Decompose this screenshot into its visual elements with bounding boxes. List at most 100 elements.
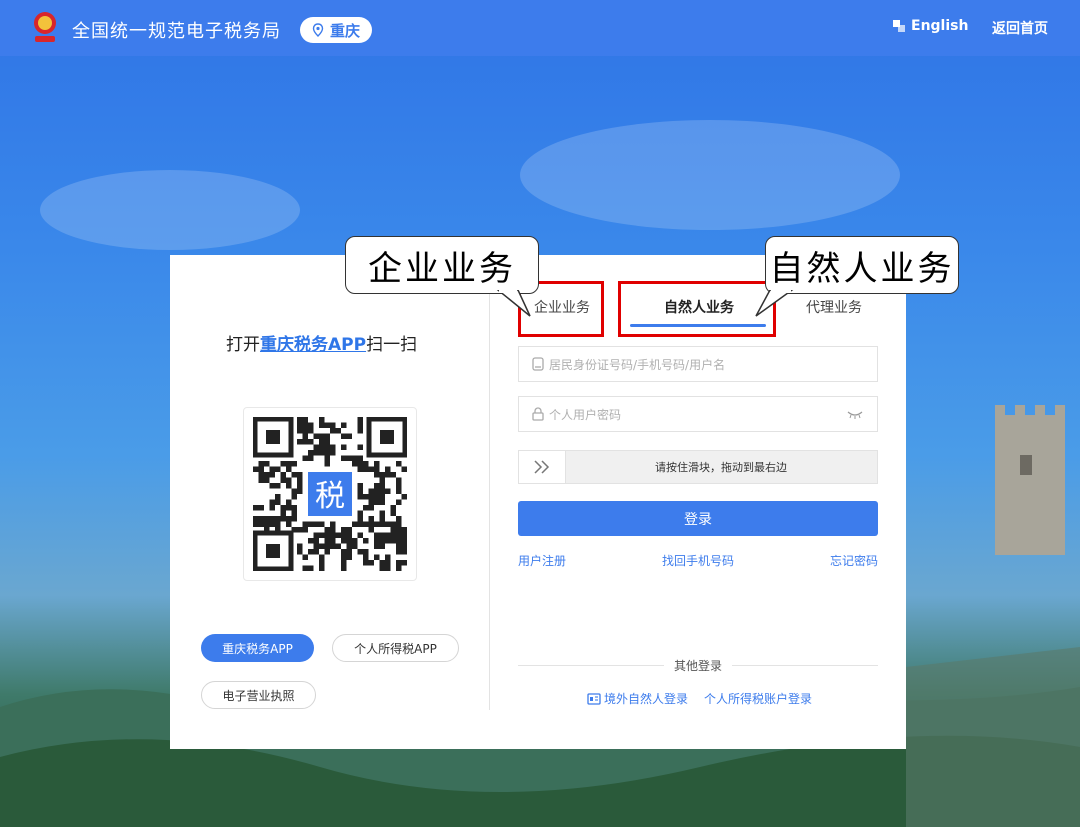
qr-module (319, 554, 325, 560)
qr-module (379, 499, 385, 505)
qr-module (368, 499, 374, 505)
qr-module (335, 543, 341, 549)
qr-module (341, 422, 347, 428)
qr-module (401, 532, 407, 538)
qr-module (319, 532, 325, 538)
qr-module (341, 444, 347, 450)
qr-module (341, 560, 347, 566)
app-button-business-license[interactable]: 电子营业执照 (201, 681, 316, 709)
qr-module (357, 483, 363, 489)
qr-module (291, 510, 297, 516)
qr-module (275, 466, 281, 472)
qr-module (313, 543, 319, 549)
slider-handle[interactable] (519, 451, 566, 483)
qr-module (374, 466, 380, 472)
qr-module (319, 417, 325, 423)
qr-module (258, 466, 264, 472)
qr-module (346, 527, 352, 533)
qr-module (390, 472, 396, 478)
qr-module (302, 439, 308, 445)
qr-module (302, 433, 308, 439)
qr-module (308, 565, 314, 571)
other-login-line-left (518, 665, 664, 666)
qr-module (286, 477, 292, 483)
login-button[interactable]: 登录 (518, 501, 878, 536)
qr-module (324, 444, 330, 450)
qr-module (308, 428, 314, 434)
password-input[interactable]: 个人用户密码 (518, 396, 878, 432)
qr-module (357, 549, 363, 555)
qr-module (269, 472, 275, 478)
qr-module (324, 549, 330, 555)
app-button-chongqing-tax[interactable]: 重庆税务APP (201, 634, 314, 662)
qr-module (390, 510, 396, 516)
qr-module (297, 439, 303, 445)
foreign-person-login-link[interactable]: 境外自然人登录 (587, 690, 688, 707)
qr-module (308, 439, 314, 445)
qr-module (269, 483, 275, 489)
qr-module (396, 461, 402, 467)
id-card-icon (532, 357, 544, 371)
qr-module (319, 450, 325, 456)
qr-module (396, 532, 402, 538)
qr-module (269, 499, 275, 505)
qr-module (379, 543, 385, 549)
qr-module (341, 554, 347, 560)
qr-code: 税 (243, 407, 417, 581)
forgot-password-link[interactable]: 忘记密码 (830, 552, 878, 569)
card-divider (489, 292, 490, 710)
qr-module (385, 532, 391, 538)
qr-module (346, 549, 352, 555)
qr-module (396, 560, 402, 566)
qr-module (258, 516, 264, 522)
qr-module (379, 560, 385, 566)
top-bar: 全国统一规范电子税务局 重庆 English 返回首页 (0, 0, 1080, 56)
callout-natural-person: 自然人业务 (755, 236, 959, 317)
home-link[interactable]: 返回首页 (992, 18, 1048, 38)
qr-module (390, 538, 396, 544)
qr-module (324, 455, 330, 461)
qr-module (363, 554, 369, 560)
qr-module (275, 516, 281, 522)
qr-module (374, 483, 380, 489)
tax-emblem-icon (34, 12, 56, 42)
qr-module (253, 505, 259, 511)
qr-center-char: 税 (315, 479, 345, 514)
register-link[interactable]: 用户注册 (518, 552, 566, 569)
other-login-label: 其他登录 (674, 659, 723, 673)
foreign-login-label: 境外自然人登录 (604, 692, 689, 706)
qr-module (308, 538, 314, 544)
qr-module (357, 494, 363, 500)
eye-closed-icon[interactable] (847, 408, 863, 420)
tab-agent[interactable]: 代理业务 (806, 297, 862, 317)
qr-module (374, 538, 380, 544)
qr-module (363, 549, 369, 555)
qr-module (390, 532, 396, 538)
qr-module (258, 477, 264, 483)
app-button-personal-income-tax[interactable]: 个人所得税APP (332, 634, 459, 662)
username-input[interactable]: 居民身份证号码/手机号码/用户名 (518, 346, 878, 382)
english-link[interactable]: English (893, 18, 968, 34)
qr-module (324, 543, 330, 549)
qr-module (396, 488, 402, 494)
recover-phone-link[interactable]: 找回手机号码 (662, 552, 734, 569)
qr-module (324, 538, 330, 544)
qr-module (385, 466, 391, 472)
qr-module (401, 549, 407, 555)
qr-module (401, 543, 407, 549)
qr-module (385, 554, 391, 560)
region-selector[interactable]: 重庆 (300, 17, 372, 43)
qr-module (302, 521, 308, 527)
qr-module (324, 422, 330, 428)
region-name: 重庆 (329, 21, 360, 40)
qr-module (291, 516, 297, 522)
qr-module (352, 543, 358, 549)
qr-module (280, 505, 286, 511)
qr-module (396, 499, 402, 505)
tax-account-login-link[interactable]: 个人所得税账户登录 (704, 690, 812, 707)
qr-module (286, 461, 292, 467)
qr-module (379, 483, 385, 489)
qr-module (269, 466, 275, 472)
qr-module (286, 466, 292, 472)
qr-module (357, 417, 363, 423)
